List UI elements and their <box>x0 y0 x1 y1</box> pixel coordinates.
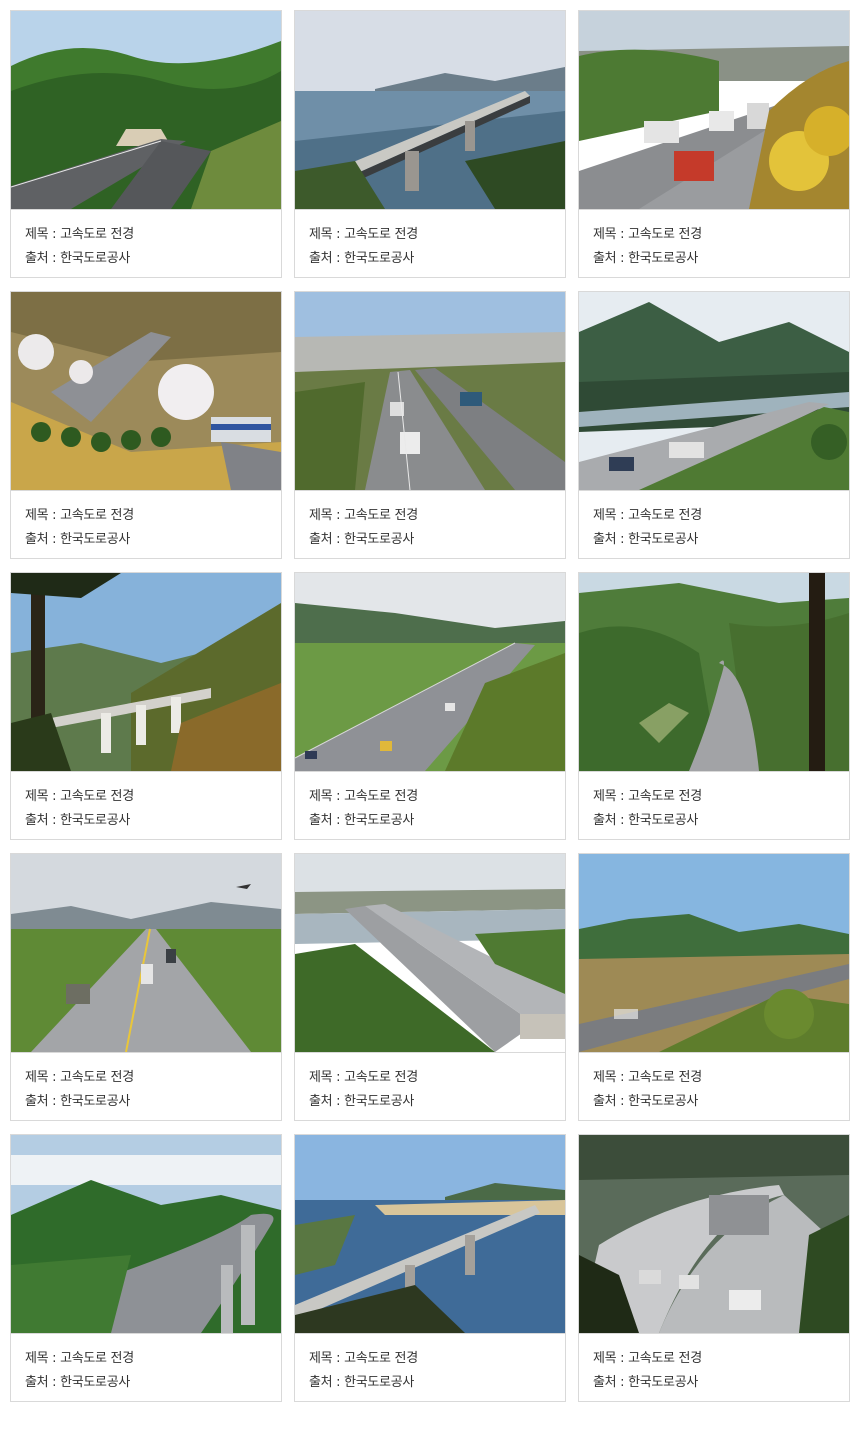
photo-highway-trucks-forsythia[interactable] <box>579 11 849 210</box>
photo-source: 출처 : 한국도로공사 <box>309 251 415 266</box>
photo-title: 제목 : 고속도로 전경 <box>593 1351 702 1366</box>
gallery-card[interactable]: 제목 : 고속도로 전경 출처 : 한국도로공사 <box>294 572 566 840</box>
photo-bridge-over-estuary[interactable] <box>295 11 565 210</box>
photo-source: 출처 : 한국도로공사 <box>309 1094 415 1109</box>
photo-cherry-blossom-garden-highway[interactable] <box>11 292 281 491</box>
photo-highway-mountains-blur[interactable] <box>579 854 849 1053</box>
photo-source: 출처 : 한국도로공사 <box>593 1094 699 1109</box>
photo-title: 제목 : 고속도로 전경 <box>25 789 134 804</box>
photo-bridge-across-bay[interactable] <box>295 1135 565 1334</box>
gallery-card[interactable]: 제목 : 고속도로 전경 출처 : 한국도로공사 <box>10 291 282 559</box>
photo-winding-highway-valley[interactable] <box>579 573 849 772</box>
photo-mountain-tunnel-highway[interactable] <box>11 11 281 210</box>
photo-source: 출처 : 한국도로공사 <box>25 1375 131 1390</box>
photo-highway-through-fields[interactable] <box>295 573 565 772</box>
photo-source: 출처 : 한국도로공사 <box>25 251 131 266</box>
photo-elevated-highway-cars[interactable] <box>579 1135 849 1334</box>
photo-highway-airplane-farmland[interactable] <box>11 854 281 1053</box>
photo-gallery: 제목 : 고속도로 전경 출처 : 한국도로공사 제목 : 고속도로 전경 출처… <box>10 10 850 1402</box>
photo-source: 출처 : 한국도로공사 <box>309 813 415 828</box>
gallery-card[interactable]: 제목 : 고속도로 전경 출처 : 한국도로공사 <box>578 10 850 278</box>
gallery-card[interactable]: 제목 : 고속도로 전경 출처 : 한국도로공사 <box>294 10 566 278</box>
photo-source: 출처 : 한국도로공사 <box>593 813 699 828</box>
gallery-card[interactable]: 제목 : 고속도로 전경 출처 : 한국도로공사 <box>578 291 850 559</box>
photo-highway-to-city[interactable] <box>295 292 565 491</box>
photo-title: 제목 : 고속도로 전경 <box>309 1351 418 1366</box>
photo-title: 제목 : 고속도로 전경 <box>593 789 702 804</box>
photo-title: 제목 : 고속도로 전경 <box>309 227 418 242</box>
gallery-card[interactable]: 제목 : 고속도로 전경 출처 : 한국도로공사 <box>578 1134 850 1402</box>
gallery-card[interactable]: 제목 : 고속도로 전경 출처 : 한국도로공사 <box>10 10 282 278</box>
photo-source: 출처 : 한국도로공사 <box>25 813 131 828</box>
photo-title: 제목 : 고속도로 전경 <box>593 1070 702 1085</box>
gallery-card[interactable]: 제목 : 고속도로 전경 출처 : 한국도로공사 <box>10 853 282 1121</box>
photo-source: 출처 : 한국도로공사 <box>593 251 699 266</box>
gallery-card[interactable]: 제목 : 고속도로 전경 출처 : 한국도로공사 <box>294 853 566 1121</box>
photo-title: 제목 : 고속도로 전경 <box>25 508 134 523</box>
photo-viaduct-pine-trees[interactable] <box>11 573 281 772</box>
photo-title: 제목 : 고속도로 전경 <box>593 508 702 523</box>
gallery-card[interactable]: 제목 : 고속도로 전경 출처 : 한국도로공사 <box>294 291 566 559</box>
photo-source: 출처 : 한국도로공사 <box>593 1375 699 1390</box>
photo-curved-elevated-highway[interactable] <box>11 1135 281 1334</box>
gallery-card[interactable]: 제목 : 고속도로 전경 출처 : 한국도로공사 <box>10 572 282 840</box>
gallery-card[interactable]: 제목 : 고속도로 전경 출처 : 한국도로공사 <box>294 1134 566 1402</box>
photo-title: 제목 : 고속도로 전경 <box>25 227 134 242</box>
photo-source: 출처 : 한국도로공사 <box>25 1094 131 1109</box>
photo-source: 출처 : 한국도로공사 <box>593 532 699 547</box>
photo-title: 제목 : 고속도로 전경 <box>309 1070 418 1085</box>
photo-source: 출처 : 한국도로공사 <box>309 1375 415 1390</box>
photo-title: 제목 : 고속도로 전경 <box>309 508 418 523</box>
photo-highway-river-bridge[interactable] <box>295 854 565 1053</box>
gallery-card[interactable]: 제목 : 고속도로 전경 출처 : 한국도로공사 <box>578 572 850 840</box>
gallery-card[interactable]: 제목 : 고속도로 전경 출처 : 한국도로공사 <box>10 1134 282 1402</box>
photo-source: 출처 : 한국도로공사 <box>309 532 415 547</box>
photo-title: 제목 : 고속도로 전경 <box>593 227 702 242</box>
photo-valley-river-highway[interactable] <box>579 292 849 491</box>
photo-source: 출처 : 한국도로공사 <box>25 532 131 547</box>
photo-title: 제목 : 고속도로 전경 <box>25 1351 134 1366</box>
photo-title: 제목 : 고속도로 전경 <box>25 1070 134 1085</box>
photo-title: 제목 : 고속도로 전경 <box>309 789 418 804</box>
gallery-card[interactable]: 제목 : 고속도로 전경 출처 : 한국도로공사 <box>578 853 850 1121</box>
